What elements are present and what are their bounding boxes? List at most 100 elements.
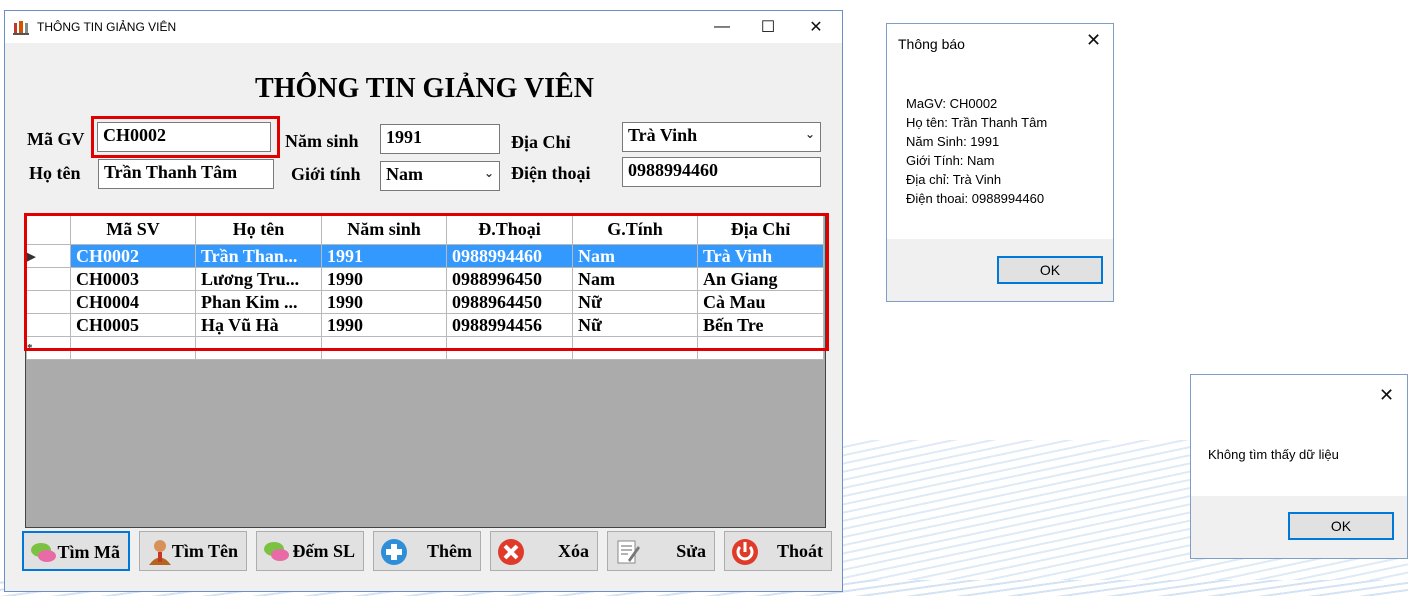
dialog-footer: OK [887, 239, 1113, 301]
message-line: Địa chỉ: Trà Vinh [906, 172, 1002, 187]
xoa-label: Xóa [558, 541, 589, 561]
row-header[interactable] [26, 267, 71, 291]
table-cell[interactable]: Nữ [572, 290, 698, 314]
dia-chi-label: Địa Chỉ [511, 132, 571, 152]
dialog-title: Thông báo [898, 36, 965, 52]
sua-button[interactable]: Sửa [607, 531, 715, 571]
table-cell[interactable] [321, 336, 447, 360]
chevron-down-icon: ⌄ [804, 127, 815, 141]
table-cell[interactable] [446, 336, 573, 360]
table-cell[interactable]: Hạ Vũ Hà [195, 313, 322, 337]
table-row[interactable]: CH0005 Hạ Vũ Hà 1990 0988994456 Nữ Bến T… [26, 313, 824, 337]
table-cell[interactable]: Nữ [572, 313, 698, 337]
plus-icon [381, 539, 407, 565]
data-grid[interactable]: Mã SV Họ tên Năm sinh Đ.Thoại G.Tính Địa… [25, 213, 826, 528]
message-line: Giới Tính: Nam [906, 153, 995, 168]
table-cell[interactable]: Nam [572, 244, 698, 268]
table-cell[interactable]: Nam [572, 267, 698, 291]
dia-chi-selected: Trà Vinh [628, 125, 698, 145]
table-cell[interactable]: CH0005 [70, 313, 196, 337]
table-cell[interactable]: Trần Than... [195, 244, 322, 268]
column-header[interactable]: Đ.Thoại [446, 214, 573, 245]
ho-ten-label: Họ tên [29, 163, 81, 183]
table-cell[interactable]: An Giang [697, 267, 824, 291]
thoat-label: Thoát [776, 541, 823, 561]
table-row[interactable]: CH0004 Phan Kim ... 1990 0988964450 Nữ C… [26, 290, 824, 314]
table-cell[interactable]: 0988996450 [446, 267, 573, 291]
gioi-tinh-label: Giới tính [291, 164, 361, 184]
ho-ten-input[interactable]: Trần Thanh Tâm [98, 159, 274, 189]
nam-sinh-input[interactable]: 1991 [380, 124, 500, 154]
column-header[interactable]: Mã SV [70, 214, 196, 245]
dia-chi-select[interactable]: Trà Vinh ⌄ [622, 122, 821, 152]
new-row[interactable]: * [26, 336, 824, 360]
ok-button[interactable]: OK [1288, 512, 1394, 540]
table-cell[interactable]: Phan Kim ... [195, 290, 322, 314]
row-header[interactable] [26, 313, 71, 337]
dien-thoai-input[interactable]: 0988994460 [622, 157, 821, 187]
table-row[interactable]: ▶ CH0002 Trần Than... 1991 0988994460 Na… [26, 244, 824, 268]
notfound-dialog: ✕ Không tìm thấy dữ liệu OK [1190, 374, 1408, 559]
sua-label: Sửa [676, 541, 706, 561]
window-title: THÔNG TIN GIẢNG VIÊN [37, 20, 177, 34]
message-line: Họ tên: Trần Thanh Tâm [906, 115, 1048, 130]
table-cell[interactable] [697, 336, 824, 360]
nam-sinh-label: Năm sinh [285, 131, 359, 151]
dien-thoai-label: Điện thoại [511, 163, 591, 183]
new-row-icon[interactable]: * [26, 336, 71, 360]
table-cell[interactable]: 1991 [321, 244, 447, 268]
table-cell[interactable] [70, 336, 196, 360]
person-icon [149, 540, 171, 565]
minimize-button[interactable]: — [699, 11, 745, 43]
close-icon[interactable]: ✕ [1379, 385, 1394, 406]
chat-bubbles-icon [264, 542, 289, 561]
table-row[interactable]: CH0003 Lương Tru... 1990 0988996450 Nam … [26, 267, 824, 291]
table-cell[interactable]: Cà Mau [697, 290, 824, 314]
table-cell[interactable] [572, 336, 698, 360]
maximize-button[interactable]: ☐ [745, 11, 791, 43]
ok-button[interactable]: OK [997, 256, 1103, 284]
grid-corner [26, 214, 71, 245]
column-header[interactable]: Họ tên [195, 214, 322, 245]
tim-ten-button[interactable]: Tìm Tên [139, 531, 247, 571]
close-button[interactable]: ✕ [793, 11, 839, 43]
grid-table: Mã SV Họ tên Năm sinh Đ.Thoại G.Tính Địa… [26, 214, 824, 360]
gioi-tinh-select[interactable]: Nam ⌄ [380, 161, 500, 191]
table-cell[interactable]: 1990 [321, 267, 447, 291]
table-cell[interactable]: Bến Tre [697, 313, 824, 337]
ma-gv-label: Mã GV [27, 129, 85, 149]
xoa-button[interactable]: Xóa [490, 531, 598, 571]
dem-sl-button[interactable]: Đếm SL [256, 531, 364, 571]
main-window: THÔNG TIN GIẢNG VIÊN — ☐ ✕ THÔNG TIN GIẢ… [4, 10, 843, 592]
table-cell[interactable]: 1990 [321, 290, 447, 314]
tim-ma-label: Tìm Mã [57, 542, 121, 562]
table-cell[interactable]: CH0002 [70, 244, 196, 268]
thoat-button[interactable]: Thoát [724, 531, 832, 571]
table-cell[interactable]: CH0003 [70, 267, 196, 291]
column-header[interactable]: G.Tính [572, 214, 698, 245]
form-heading: THÔNG TIN GIẢNG VIÊN [255, 73, 594, 104]
them-button[interactable]: Thêm [373, 531, 481, 571]
table-cell[interactable]: CH0004 [70, 290, 196, 314]
ma-gv-input[interactable]: CH0002 [97, 122, 271, 152]
title-bar[interactable]: THÔNG TIN GIẢNG VIÊN — ☐ ✕ [5, 11, 842, 43]
table-cell[interactable]: Trà Vinh [697, 244, 824, 268]
table-cell[interactable]: 0988994456 [446, 313, 573, 337]
message-line: Năm Sinh: 1991 [906, 134, 1000, 149]
dem-sl-label: Đếm SL [292, 541, 356, 561]
column-header[interactable]: Địa Chỉ [697, 214, 824, 245]
table-cell[interactable] [195, 336, 322, 360]
dialog-message: Không tìm thấy dữ liệu [1208, 447, 1339, 462]
current-row-icon[interactable]: ▶ [26, 244, 71, 268]
table-cell[interactable]: 0988994460 [446, 244, 573, 268]
tim-ten-label: Tìm Tên [171, 541, 238, 561]
table-cell[interactable]: 0988964450 [446, 290, 573, 314]
them-label: Thêm [427, 541, 472, 561]
close-icon[interactable]: ✕ [1086, 30, 1101, 51]
column-header[interactable]: Năm sinh [321, 214, 447, 245]
power-icon [732, 539, 758, 565]
row-header[interactable] [26, 290, 71, 314]
table-cell[interactable]: 1990 [321, 313, 447, 337]
tim-ma-button[interactable]: Tìm Mã [22, 531, 130, 571]
table-cell[interactable]: Lương Tru... [195, 267, 322, 291]
